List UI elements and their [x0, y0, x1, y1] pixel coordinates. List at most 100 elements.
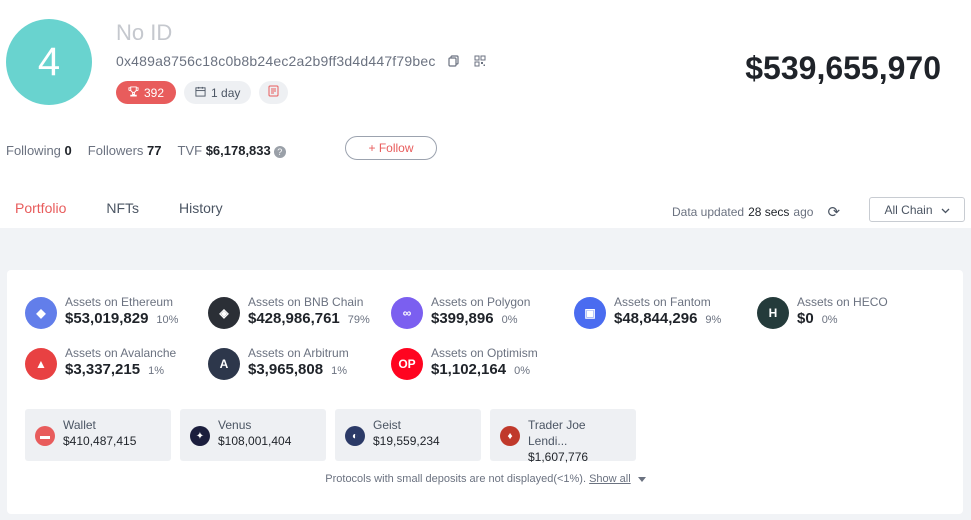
chain-label: Assets on Avalanche	[65, 346, 177, 360]
following-label: Following	[6, 143, 61, 158]
tab-history[interactable]: History	[164, 196, 238, 232]
chain-percent: 1%	[148, 365, 164, 377]
chain-text: Assets on Polygon $399,896 0%	[431, 295, 530, 329]
chain-percent: 0%	[821, 314, 838, 326]
chain-value: $3,965,808	[248, 361, 324, 378]
note-icon	[268, 85, 279, 100]
chain-value: $0	[797, 310, 814, 327]
trader-joe-icon: ♦	[500, 426, 520, 446]
chain-text: Assets on BNB Chain $428,986,761 79%	[248, 295, 370, 329]
chain-item[interactable]: OP Assets on Optimism $1,102,164 0%	[391, 346, 538, 380]
following-count: 0	[64, 143, 72, 158]
avatar-text: 4	[37, 39, 61, 84]
fantom-icon: ▣	[574, 297, 606, 329]
chain-value-row: $48,844,296 9%	[614, 310, 721, 327]
followers-count: 77	[147, 143, 162, 158]
chain-item[interactable]: ◈ Assets on BNB Chain $428,986,761 79%	[208, 295, 370, 329]
chain-value: $1,102,164	[431, 361, 507, 378]
updated-time: 28 secs	[748, 205, 790, 219]
geist-icon: ◐	[345, 426, 365, 446]
protocol-value: $410,487,415	[63, 434, 137, 448]
ethereum-icon: ◆	[25, 297, 57, 329]
chain-label: Assets on HECO	[797, 295, 888, 309]
following-stat[interactable]: Following 0	[6, 143, 72, 158]
followers-label: Followers	[87, 143, 144, 158]
show-all-link[interactable]: Show all	[589, 473, 631, 485]
tvf-stat: TVF $6,178,833?	[178, 143, 286, 158]
chain-value: $428,986,761	[248, 310, 340, 327]
avatar: 4	[6, 19, 92, 105]
chain-text: Assets on Avalanche $3,337,215 1%	[65, 346, 176, 380]
profile-name: No ID	[116, 20, 173, 45]
protocol-text: Geist $19,559,234	[373, 417, 440, 461]
chain-label: Assets on BNB Chain	[248, 295, 364, 309]
protocol-name: Geist	[373, 418, 402, 432]
help-icon[interactable]: ?	[273, 146, 286, 158]
chain-item[interactable]: H Assets on HECO $0 0%	[757, 295, 888, 329]
chain-value-row: $1,102,164 0%	[431, 361, 538, 378]
protocol-card[interactable]: ✦ Venus $108,001,404	[180, 409, 326, 461]
chain-percent: 0%	[501, 314, 518, 326]
chain-label: Assets on Optimism	[431, 346, 538, 360]
qr-code-icon[interactable]	[472, 53, 488, 69]
avalanche-icon: ▲	[25, 348, 57, 380]
chain-value-row: $3,965,808 1%	[248, 361, 349, 378]
chain-text: Assets on HECO $0 0%	[797, 295, 888, 329]
chain-item[interactable]: A Assets on Arbitrum $3,965,808 1%	[208, 346, 349, 380]
tab-portfolio[interactable]: Portfolio	[0, 196, 82, 232]
chain-text: Assets on Fantom $48,844,296 9%	[614, 295, 721, 329]
trophy-icon	[128, 85, 139, 100]
protocol-card[interactable]: ◐ Geist $19,559,234	[335, 409, 481, 461]
chain-item[interactable]: ∞ Assets on Polygon $399,896 0%	[391, 295, 530, 329]
protocol-name: Venus	[218, 418, 252, 432]
chevron-down-icon	[941, 203, 950, 217]
protocol-card[interactable]: ♦ Trader Joe Lendi... $1,607,776	[490, 409, 636, 464]
chevron-down-icon[interactable]	[637, 473, 646, 485]
period-badge[interactable]: 1 day	[184, 81, 252, 104]
chain-percent: 79%	[347, 314, 370, 326]
chain-item[interactable]: ▲ Assets on Avalanche $3,337,215 1%	[25, 346, 176, 380]
chain-percent: 10%	[156, 314, 179, 326]
calendar-icon	[195, 86, 206, 100]
chain-label: Assets on Ethereum	[65, 295, 174, 309]
copy-icon[interactable]	[446, 53, 462, 69]
chain-label: Assets on Fantom	[614, 295, 711, 309]
chain-value: $48,844,296	[614, 310, 698, 327]
wallet-icon: ▬	[35, 426, 55, 446]
total-net-worth: $539,655,970	[745, 50, 941, 86]
polygon-icon: ∞	[391, 297, 423, 329]
address-row: 0x489a8756c18c0b8b24ec2a2b9ff3d4d447f79b…	[116, 53, 488, 69]
profile-badges: 392 1 day	[116, 81, 289, 104]
social-stats: Following 0 Followers 77 TVF $6,178,833?	[6, 143, 286, 158]
notes-badge[interactable]	[259, 81, 289, 104]
chain-value-row: $0 0%	[797, 310, 888, 327]
tab-nfts[interactable]: NFTs	[91, 196, 154, 232]
protocol-text: Trader Joe Lendi... $1,607,776	[528, 417, 626, 464]
chain-label: Assets on Arbitrum	[248, 346, 349, 360]
rank-badge[interactable]: 392	[116, 81, 177, 104]
chain-filter-value: All Chain	[884, 202, 933, 217]
profile-header: 4 No ID 0x489a8756c18c0b8b24ec2a2b9ff3d4…	[0, 0, 971, 232]
protocol-name: Trader Joe Lendi...	[528, 418, 586, 448]
chain-item[interactable]: ◆ Assets on Ethereum $53,019,829 10%	[25, 295, 178, 329]
chain-percent: 9%	[705, 314, 722, 326]
arbitrum-icon: A	[208, 348, 240, 380]
protocol-text: Wallet $410,487,415	[63, 417, 136, 461]
rank-value: 392	[144, 85, 165, 100]
refresh-icon[interactable]: ⟳	[827, 203, 840, 221]
bnb-icon: ◈	[208, 297, 240, 329]
wallet-address[interactable]: 0x489a8756c18c0b8b24ec2a2b9ff3d4d447f79b…	[116, 53, 436, 69]
protocol-text: Venus $108,001,404	[218, 417, 291, 461]
protocol-card[interactable]: ▬ Wallet $410,487,415	[25, 409, 171, 461]
tvf-label: TVF	[177, 143, 203, 158]
note-text: Protocols with small deposits are not di…	[325, 473, 587, 485]
updated-suffix: ago	[793, 205, 814, 219]
chain-percent: 1%	[331, 365, 347, 377]
tab-bar: Portfolio NFTs History	[0, 196, 248, 232]
chain-item[interactable]: ▣ Assets on Fantom $48,844,296 9%	[574, 295, 721, 329]
followers-stat[interactable]: Followers 77	[88, 143, 162, 158]
protocol-value: $19,559,234	[373, 434, 440, 448]
optimism-icon: OP	[391, 348, 423, 380]
follow-button[interactable]: + Follow	[345, 136, 437, 160]
chain-filter-select[interactable]: All Chain	[869, 197, 965, 222]
